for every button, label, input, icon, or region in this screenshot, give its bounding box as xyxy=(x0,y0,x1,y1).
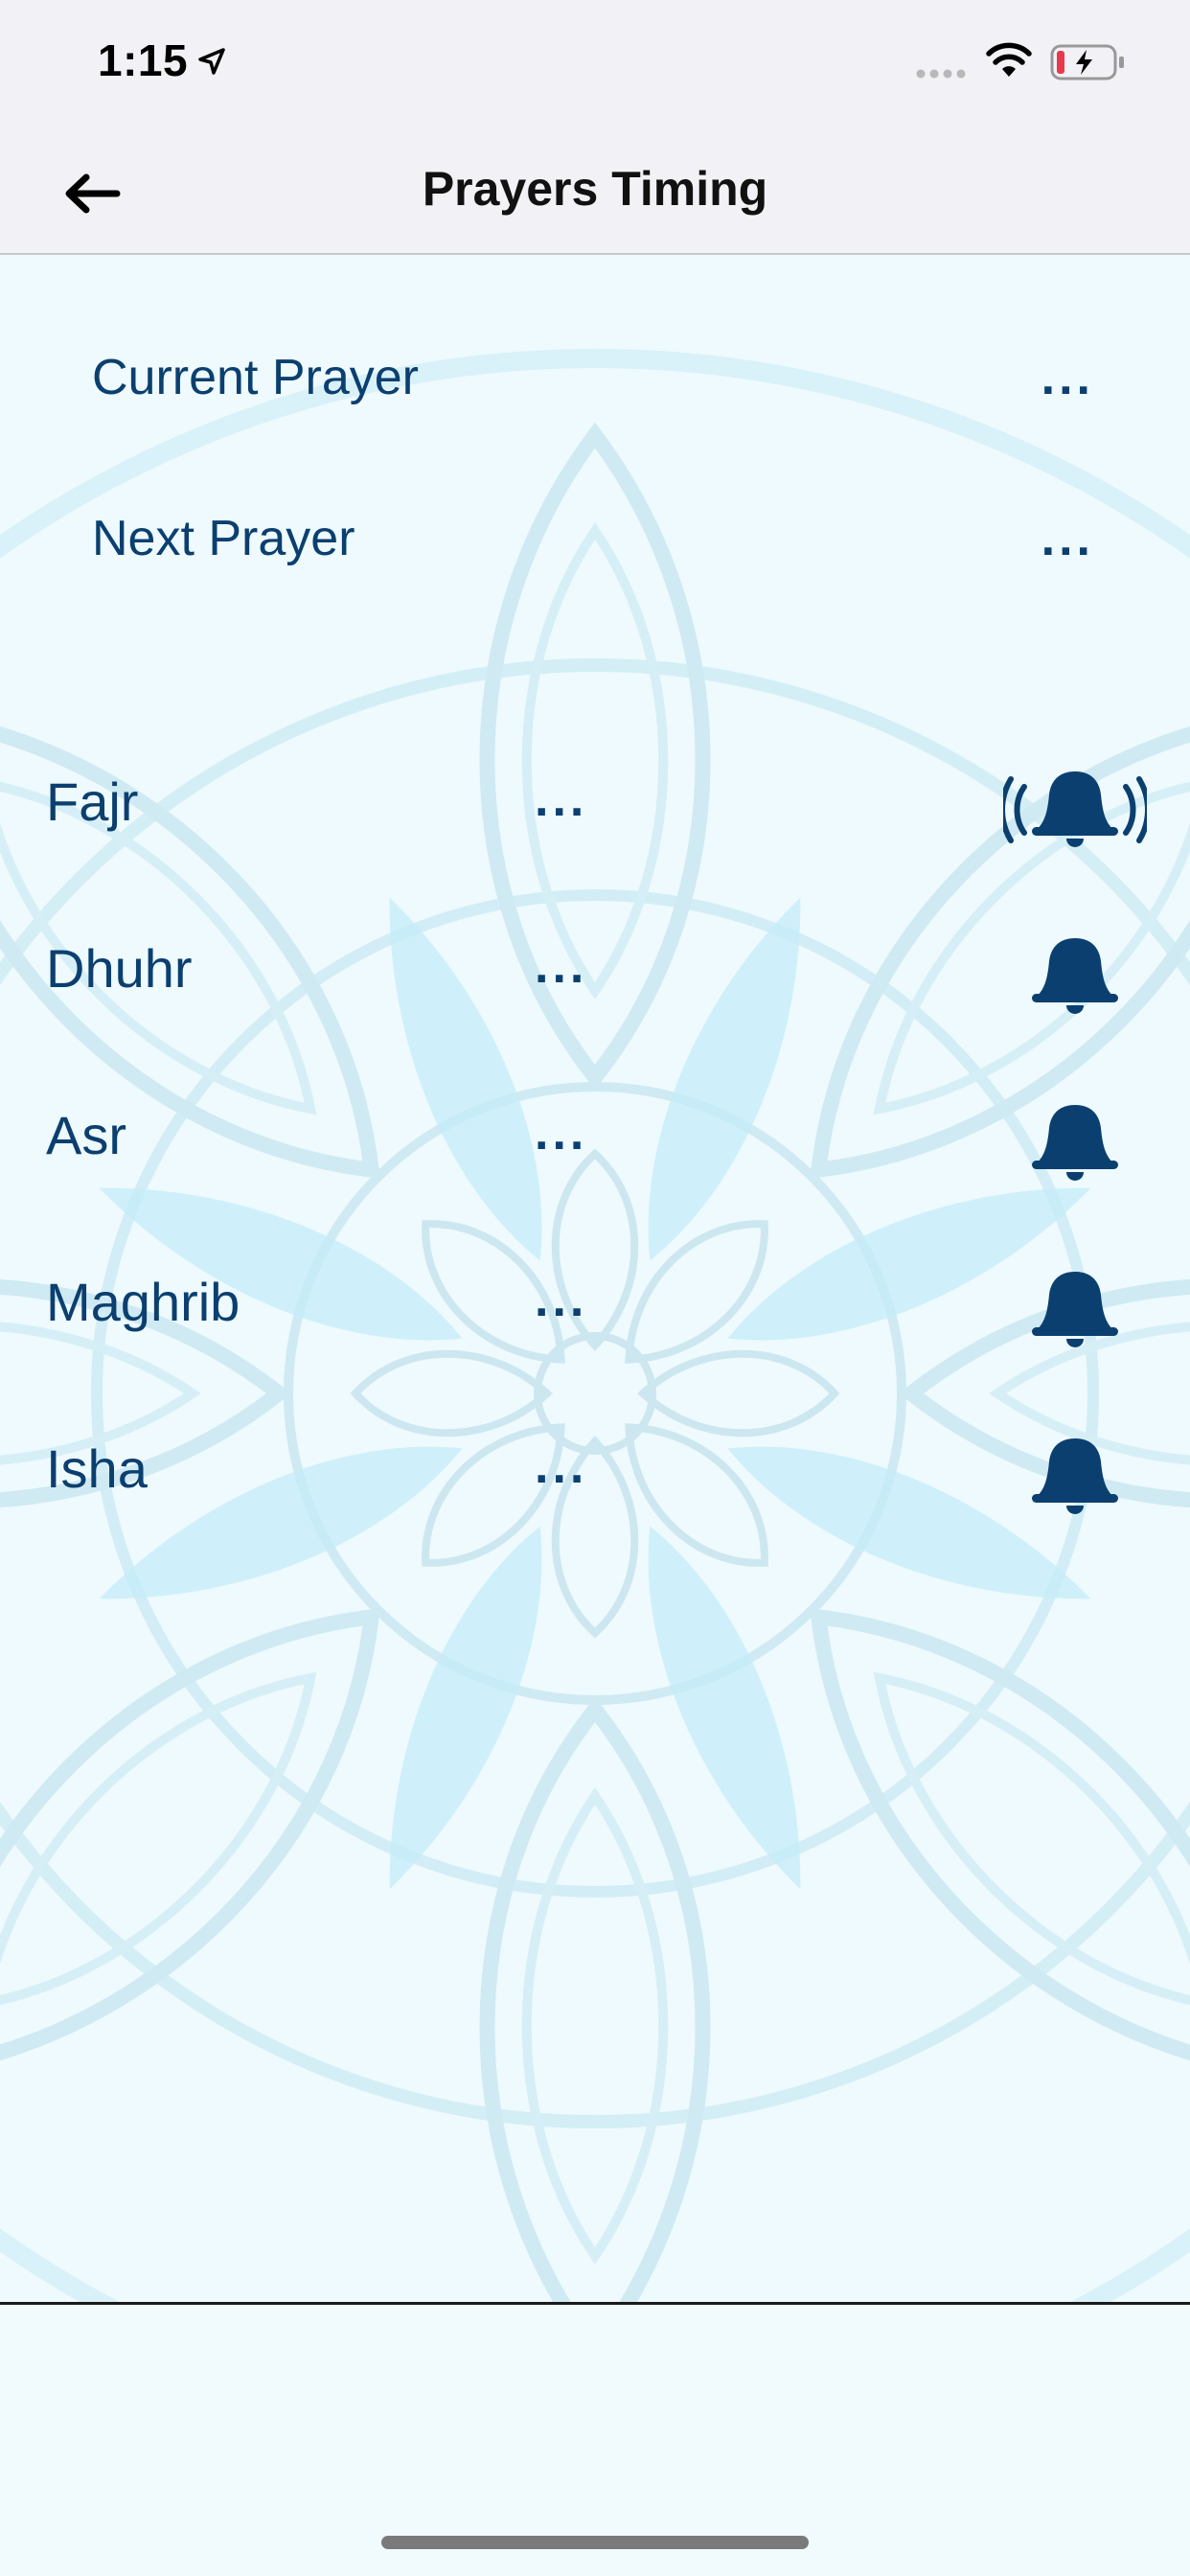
bell-icon[interactable] xyxy=(989,1091,1161,1196)
prayer-time: ... xyxy=(535,938,588,994)
prayer-time: ... xyxy=(535,771,588,827)
location-arrow-icon xyxy=(196,46,227,81)
page-title: Prayers Timing xyxy=(422,162,768,216)
prayer-time: ... xyxy=(535,1438,588,1494)
prayer-row-dhuhr: Dhuhr ... xyxy=(0,914,1190,1039)
prayer-name: Asr xyxy=(46,1105,126,1165)
bell-icon[interactable] xyxy=(989,1424,1161,1530)
current-prayer-label: Current Prayer xyxy=(92,350,419,405)
prayer-row-asr: Asr ... xyxy=(0,1081,1190,1206)
prayer-row-maghrib: Maghrib ... xyxy=(0,1248,1190,1372)
bell-icon[interactable] xyxy=(989,1257,1161,1363)
battery-charging-icon xyxy=(1050,44,1127,85)
prayer-name: Fajr xyxy=(46,771,139,832)
status-bar: 1:15 xyxy=(0,0,1190,134)
bell-ringing-icon[interactable] xyxy=(989,757,1161,862)
status-time: 1:15 xyxy=(98,35,189,85)
prayer-name: Dhuhr xyxy=(46,938,193,999)
next-prayer-label: Next Prayer xyxy=(92,511,355,566)
next-prayer-row: Next Prayer ... xyxy=(0,510,1190,606)
cellular-signal-icon xyxy=(916,67,970,84)
prayer-name: Isha xyxy=(46,1438,148,1499)
navigation-bar: Prayers Timing xyxy=(0,134,1190,255)
prayer-row-isha: Isha ... xyxy=(0,1414,1190,1539)
current-prayer-row: Current Prayer ... xyxy=(0,349,1190,445)
current-prayer-value: ... xyxy=(1041,350,1094,405)
prayer-time: ... xyxy=(535,1272,588,1327)
wifi-icon xyxy=(985,42,1033,83)
next-prayer-value: ... xyxy=(1041,511,1094,566)
bell-icon[interactable] xyxy=(989,924,1161,1029)
prayer-time: ... xyxy=(535,1105,588,1161)
prayer-name: Maghrib xyxy=(46,1272,240,1332)
prayer-content: Current Prayer ... Next Prayer ... Fajr … xyxy=(0,255,1190,2302)
prayer-row-fajr: Fajr ... xyxy=(0,748,1190,872)
home-indicator[interactable] xyxy=(381,2536,809,2549)
